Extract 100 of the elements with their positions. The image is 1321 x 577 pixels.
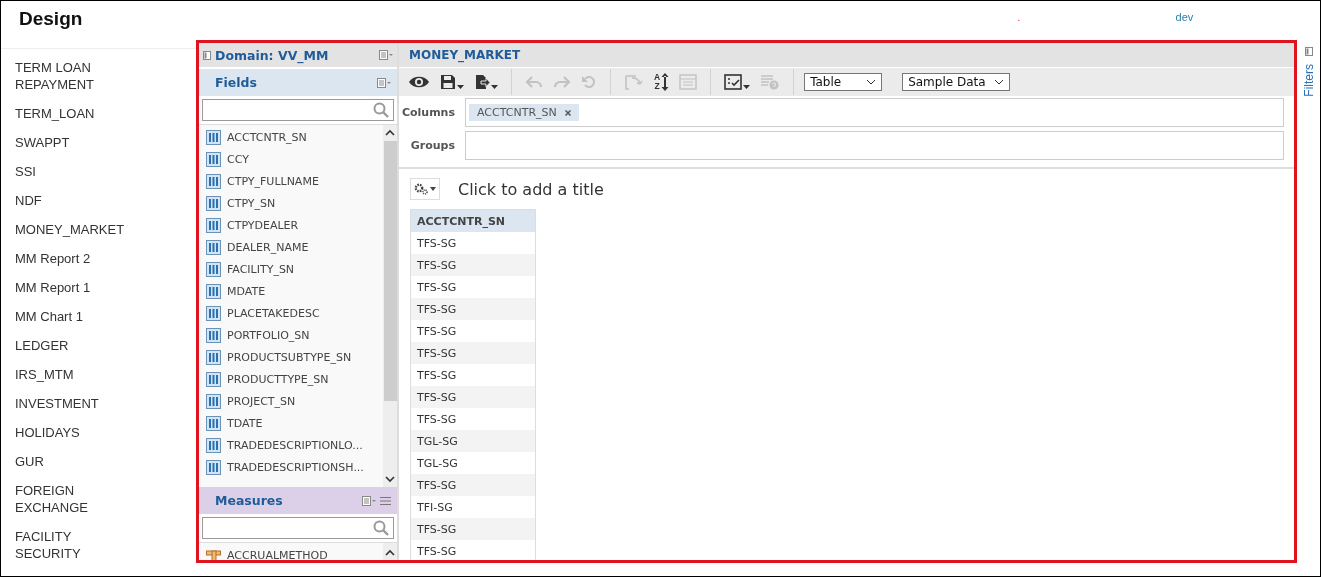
column-icon <box>206 239 221 255</box>
field-item[interactable]: PRODUCTTYPE_SN <box>199 368 383 390</box>
field-name: PROJECT_SN <box>227 394 296 408</box>
field-name: CTPYDEALER <box>227 218 299 232</box>
field-name: PRODUCTTYPE_SN <box>227 372 329 386</box>
field-name: ACCTCNTR_SN <box>227 130 307 144</box>
nav-item[interactable]: MM Report 1 <box>15 279 127 296</box>
nav-item[interactable]: IRS_MTM <box>15 366 127 383</box>
field-name: MDATE <box>227 284 266 298</box>
checklist-icon <box>724 74 743 90</box>
collapse-icon[interactable] <box>203 50 211 60</box>
field-name: CTPY_SN <box>227 196 276 210</box>
table-cell: TFS-SG <box>410 408 536 430</box>
search-field[interactable] <box>202 517 394 539</box>
export-icon <box>474 74 490 90</box>
data-select[interactable]: Sample Data <box>902 73 1010 91</box>
nav-item[interactable]: SSI <box>15 163 127 180</box>
column-icon <box>206 173 221 189</box>
sort-button[interactable]: A Z <box>651 71 673 93</box>
nav-item[interactable]: GUR <box>15 453 127 470</box>
sort-letter: A <box>654 73 661 82</box>
menu-icon[interactable] <box>379 50 393 60</box>
domain-title: Domain: VV_MM <box>215 47 330 63</box>
columns-drop-zone[interactable]: ACCTCNTR_SN <box>465 98 1284 127</box>
chevron-down-icon <box>993 79 1004 85</box>
field-item[interactable]: TRADEDESCRIPTIONLO... <box>199 434 383 456</box>
column-icon <box>206 349 221 365</box>
table-cell: TGL-SG <box>410 430 536 452</box>
column-icon <box>206 437 221 453</box>
field-name: CTPY_FULLNAME <box>227 174 319 188</box>
field-name: PORTFOLIO_SN <box>227 328 310 342</box>
field-name: DEALER_NAME <box>227 240 309 254</box>
nav-item[interactable]: INVESTMENT <box>15 395 127 412</box>
fields-title: Fields <box>215 75 258 90</box>
collapse-icon[interactable] <box>1305 47 1313 56</box>
nav-item[interactable]: MONEY_MARKET <box>15 221 127 238</box>
field-name: TDATE <box>227 416 263 430</box>
field-item[interactable]: ACCTCNTR_SN <box>199 126 383 148</box>
undo-icon <box>525 75 543 89</box>
view-select[interactable]: Table <box>804 73 883 91</box>
column-icon <box>206 195 221 211</box>
field-item[interactable]: CCY <box>199 148 383 170</box>
table-cell: TFS-SG <box>410 276 536 298</box>
field-item[interactable]: CTPY_SN <box>199 192 383 214</box>
filter-help-icon <box>760 74 781 90</box>
nav-item[interactable]: NDF <box>15 192 127 209</box>
column-icon <box>206 393 221 409</box>
scrollbar[interactable] <box>383 543 397 560</box>
caret-icon <box>743 85 751 89</box>
field-item[interactable]: TDATE <box>199 412 383 434</box>
scrollbar[interactable] <box>383 125 397 487</box>
title-placeholder[interactable]: Click to add a title <box>458 179 604 199</box>
field-item[interactable]: FACILITY_SN <box>199 258 383 280</box>
user-name: dev <box>1175 10 1194 23</box>
menu-icon[interactable] <box>362 495 376 506</box>
column-icon <box>206 415 221 431</box>
columns-label: Columns <box>400 106 456 119</box>
column-header[interactable]: ACCTCNTR_SN <box>410 209 536 232</box>
field-name: PLACETAKEDESC <box>227 306 320 320</box>
hamburger-icon[interactable] <box>380 495 391 506</box>
field-item[interactable]: PORTFOLIO_SN <box>199 324 383 346</box>
dot-mark: . <box>1017 12 1021 23</box>
nav-item[interactable]: FOREIGN EXCHANGE <box>15 482 127 516</box>
chevron-down-icon <box>866 79 877 85</box>
swap-icon <box>624 73 644 91</box>
nav-item[interactable]: FACILITY SECURITY <box>15 528 127 562</box>
field-item[interactable]: DEALER_NAME <box>199 236 383 258</box>
field-item[interactable]: PROJECT_SN <box>199 390 383 412</box>
field-item[interactable]: PRODUCTSUBTYPE_SN <box>199 346 383 368</box>
field-item[interactable]: TRADEDESCRIPTIONSH... <box>199 456 383 478</box>
settings-button[interactable] <box>410 178 440 200</box>
table-cell: TFS-SG <box>410 540 536 560</box>
nav-item[interactable]: HOLIDAYS <box>15 424 127 441</box>
gears-icon <box>414 183 428 195</box>
up-down-arrow-icon <box>661 73 670 91</box>
nav-item[interactable]: LEDGER <box>15 337 127 354</box>
table-cell: TFS-SG <box>410 254 536 276</box>
nav-item[interactable]: SWAPPT <box>15 134 127 151</box>
field-item[interactable]: PLACETAKEDESC <box>199 302 383 324</box>
nav-item[interactable]: TERM_LOAN <box>15 105 127 122</box>
table-cell: TFS-SG <box>410 364 536 386</box>
menu-icon[interactable] <box>377 77 391 88</box>
nav-item[interactable]: TERM LOAN REPAYMENT <box>15 59 127 93</box>
table-cell: TFS-SG <box>410 320 536 342</box>
filters-tab[interactable]: Filters <box>1302 64 1316 97</box>
column-chip[interactable]: ACCTCNTR_SN <box>469 104 579 121</box>
sort-letter: Z <box>654 82 661 91</box>
column-icon <box>206 129 221 145</box>
redo-icon <box>553 75 571 89</box>
field-item[interactable]: MDATE <box>199 280 383 302</box>
nav-item[interactable]: MM Chart 1 <box>15 308 127 325</box>
page-title: Design <box>19 7 83 30</box>
remove-icon[interactable] <box>564 109 571 116</box>
nav-item[interactable]: MM Report 2 <box>15 250 127 267</box>
caret-icon <box>457 85 464 89</box>
field-item[interactable]: CTPY_FULLNAME <box>199 170 383 192</box>
list-icon <box>679 74 698 90</box>
search-field[interactable] <box>202 99 394 121</box>
field-name: CCY <box>227 152 249 166</box>
field-item[interactable]: CTPYDEALER <box>199 214 383 236</box>
